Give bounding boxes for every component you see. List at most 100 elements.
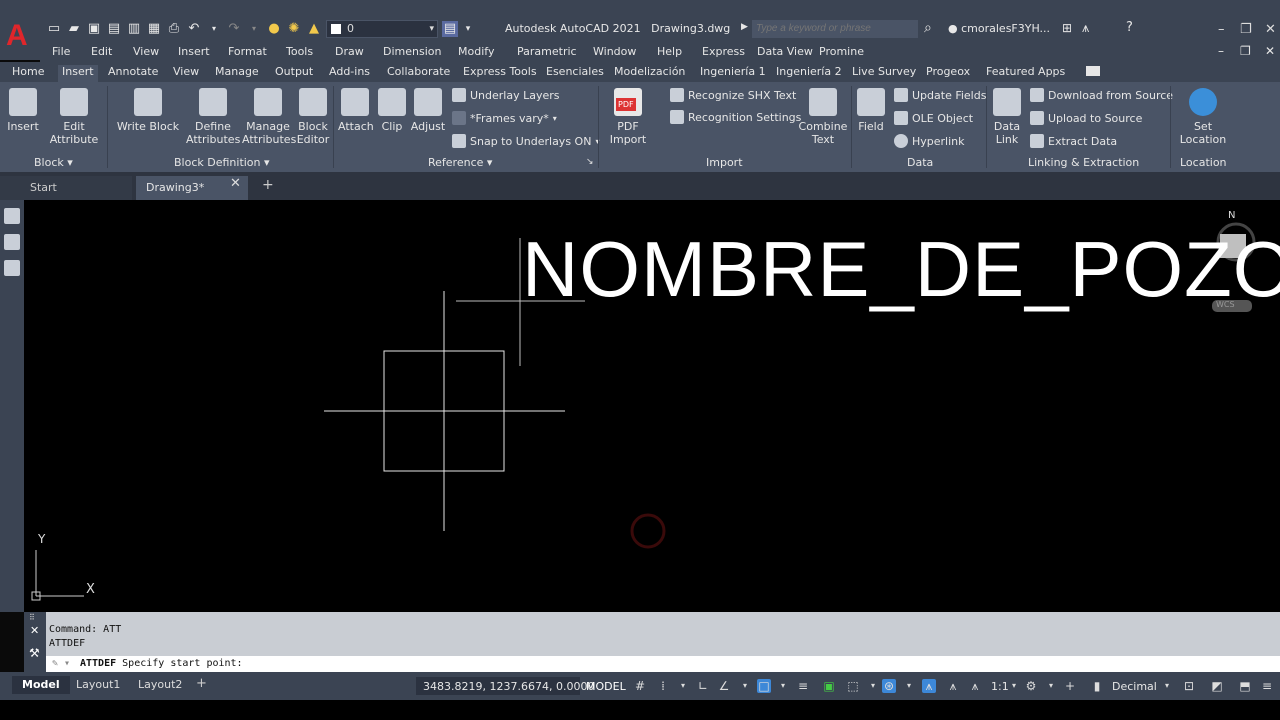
doc-restore-icon[interactable]: ❐ [1240, 44, 1251, 58]
annotation-scale-icon[interactable]: ⩚ [968, 679, 982, 693]
chevron-down-icon[interactable]: ▾ [738, 679, 752, 693]
customize-status-icon[interactable]: ≡ [1260, 679, 1274, 693]
block-editor-button[interactable]: Block Editor [296, 88, 330, 146]
units-value[interactable]: Decimal [1112, 680, 1157, 693]
lineweight-icon[interactable]: ≡ [796, 679, 810, 693]
wcs-label[interactable]: WCS [1216, 300, 1235, 309]
doc-minimize-icon[interactable]: – [1218, 44, 1224, 58]
menu-express[interactable]: Express [702, 45, 745, 58]
clean-screen-icon[interactable]: ⬒ [1238, 679, 1252, 693]
underlay-layers-button[interactable]: Underlay Layers [452, 88, 560, 102]
attach-button[interactable]: Attach [338, 88, 374, 133]
update-fields-button[interactable]: Update Fields [894, 88, 986, 102]
search-input[interactable] [752, 20, 918, 38]
3d-osnap-icon[interactable]: ⊛ [882, 679, 896, 693]
menu-view[interactable]: View [133, 45, 159, 58]
menu-tools[interactable]: Tools [286, 45, 313, 58]
autodesk-app-icon[interactable]: ⩚ [1082, 21, 1089, 36]
open-web-icon[interactable]: ▥ [126, 21, 142, 37]
quick-properties-icon[interactable]: ⊡ [1182, 679, 1196, 693]
search-icon[interactable]: ⌕ [924, 20, 932, 36]
manage-attributes-button[interactable]: Manage Attributes [242, 88, 296, 146]
doc-close-icon[interactable]: ✕ [1265, 44, 1275, 58]
undo-icon[interactable]: ↶ [186, 21, 202, 37]
panel-block-title[interactable]: Block ▾ [34, 156, 73, 169]
menu-window[interactable]: Window [593, 45, 636, 58]
snap-underlays-dropdown[interactable]: Snap to Underlays ON ▾ [452, 134, 599, 148]
save-web-icon[interactable]: ▦ [146, 21, 162, 37]
lock-icon[interactable]: ▲ [306, 21, 322, 37]
recognize-shx-button[interactable]: Recognize SHX Text [670, 88, 796, 102]
restore-icon[interactable]: ❐ [1240, 22, 1252, 37]
data-link-button[interactable]: Data Link [990, 88, 1024, 146]
menu-modify[interactable]: Modify [458, 45, 494, 58]
tab-annotate[interactable]: Annotate [108, 65, 158, 78]
chevron-down-icon[interactable]: ▾ [776, 679, 790, 693]
save-as-icon[interactable]: ▤ [106, 21, 122, 37]
ole-object-button[interactable]: OLE Object [894, 111, 973, 125]
chevron-down-icon[interactable]: ▾ [1044, 679, 1058, 693]
menu-data-view[interactable]: Data View [757, 45, 813, 58]
recognition-settings-button[interactable]: Recognition Settings [670, 110, 801, 124]
palette-icon-2[interactable] [4, 234, 20, 250]
chevron-down-icon[interactable]: ▾ [866, 679, 880, 693]
new-file-icon[interactable]: ▭ [46, 21, 62, 37]
undo-dropdown-icon[interactable]: ▾ [206, 21, 222, 37]
save-icon[interactable]: ▣ [86, 21, 102, 37]
customize-qat-icon[interactable]: ▾ [460, 21, 476, 37]
open-file-icon[interactable]: ▰ [66, 21, 82, 37]
edit-attribute-button[interactable]: Edit Attribute [48, 88, 100, 146]
layout-tab-layout2[interactable]: Layout2 [128, 676, 192, 694]
close-icon[interactable]: ✕ [230, 176, 241, 191]
tab-home[interactable]: Home [12, 65, 44, 78]
user-account[interactable]: ● cmoralesF3YH... [948, 22, 1050, 35]
annotation-monitor-icon[interactable]: ⬚ [846, 679, 860, 693]
layout-tab-model[interactable]: Model [12, 676, 70, 694]
menu-file[interactable]: File [52, 45, 70, 58]
gear-icon[interactable]: ⚙ [1024, 679, 1038, 693]
panel-reference-title[interactable]: Reference ▾ [428, 156, 492, 169]
chevron-down-icon[interactable]: ▾ [1160, 679, 1174, 693]
grip-icon[interactable]: ⠿ [29, 613, 35, 622]
tab-live-survey[interactable]: Live Survey [852, 65, 916, 78]
palette-icon-1[interactable] [4, 208, 20, 224]
minimize-icon[interactable]: – [1218, 22, 1225, 37]
menu-insert[interactable]: Insert [178, 45, 210, 58]
command-input[interactable]: ✎ ▾ ATTDEF Specify start point: [46, 656, 1280, 672]
close-icon[interactable]: ✕ [1265, 22, 1276, 37]
redo-icon[interactable]: ↷ [226, 21, 242, 37]
tab-modelizacion[interactable]: Modelización [614, 65, 685, 78]
extract-data-button[interactable]: Extract Data [1030, 134, 1117, 148]
chevron-down-icon[interactable]: ▾ [1007, 679, 1021, 693]
layout-tab-layout1[interactable]: Layout1 [66, 676, 130, 694]
polar-icon[interactable]: ∠ [717, 679, 731, 693]
tab-progeox[interactable]: Progeox [926, 65, 970, 78]
chevron-right-icon[interactable]: ▶ [741, 22, 748, 32]
reference-dialog-launcher-icon[interactable]: ↘ [586, 157, 594, 167]
close-icon[interactable]: ✕ [30, 624, 39, 637]
clip-button[interactable]: Clip [377, 88, 407, 133]
download-source-button[interactable]: Download from Source [1030, 88, 1173, 102]
field-button[interactable]: Field [856, 88, 886, 133]
frames-vary-dropdown[interactable]: *Frames vary* ▾ [452, 111, 557, 125]
selection-cycling-icon[interactable]: ▣ [822, 679, 836, 693]
redo-dropdown-icon[interactable]: ▾ [246, 21, 262, 37]
add-icon[interactable]: + [1063, 679, 1077, 693]
plot-icon[interactable]: ⎙ [166, 21, 182, 37]
palette-icon-3[interactable] [4, 260, 20, 276]
add-layout-icon[interactable]: + [196, 676, 207, 691]
tab-manage[interactable]: Manage [215, 65, 259, 78]
adjust-button[interactable]: Adjust [410, 88, 446, 133]
grid-icon[interactable]: # [633, 679, 647, 693]
tab-add-ins[interactable]: Add-ins [329, 65, 370, 78]
panel-block-definition-title[interactable]: Block Definition ▾ [174, 156, 270, 169]
snap-icon[interactable]: ⁞ [656, 679, 670, 693]
tab-view[interactable]: View [173, 65, 199, 78]
isolate-objects-icon[interactable]: ◩ [1210, 679, 1224, 693]
ortho-icon[interactable]: ∟ [696, 679, 710, 693]
insert-button[interactable]: Insert [6, 88, 40, 133]
help-icon[interactable]: ? [1126, 20, 1133, 35]
osnap-icon[interactable]: □ [757, 679, 771, 693]
tab-express-tools[interactable]: Express Tools [463, 65, 537, 78]
model-space-toggle[interactable]: MODEL [586, 680, 626, 693]
